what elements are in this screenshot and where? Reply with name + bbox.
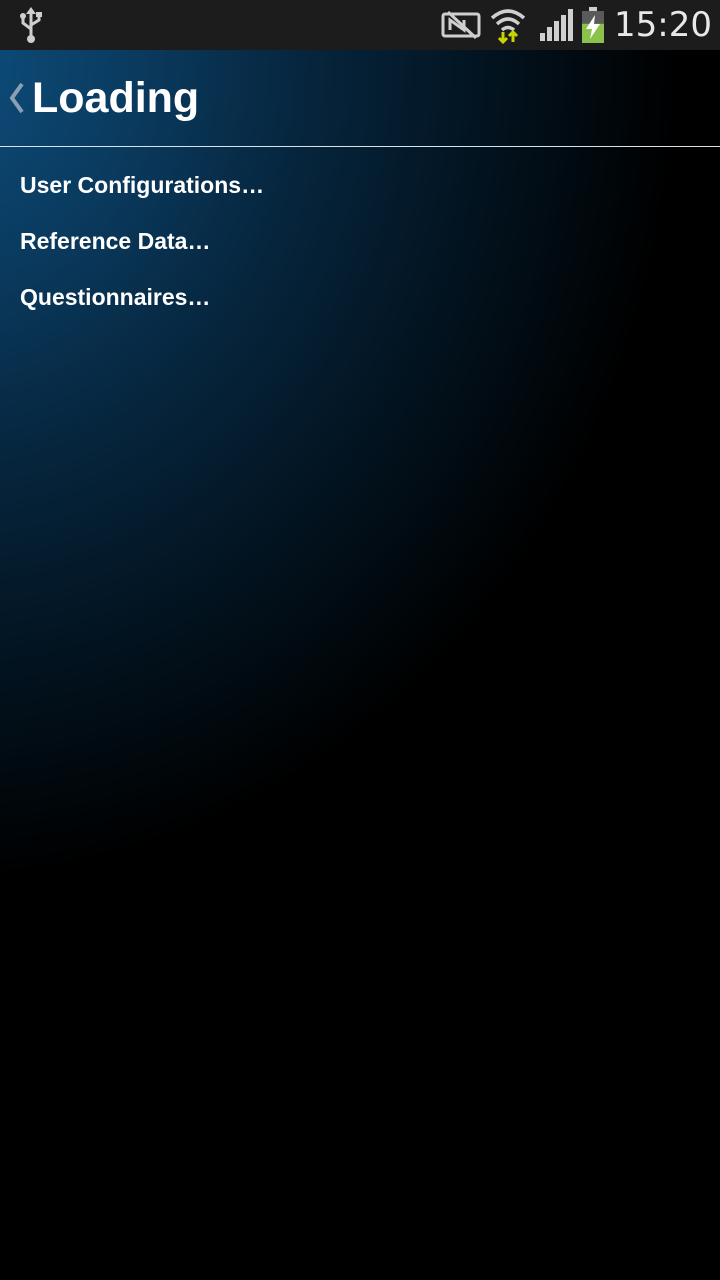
signal-icon [538, 0, 574, 50]
chevron-left-icon[interactable] [6, 80, 26, 116]
wifi-icon [488, 0, 528, 50]
page-title: Loading [32, 74, 200, 122]
loading-item-reference-data: Reference Data… [20, 228, 211, 254]
loading-item-user-configurations: User Configurations… [20, 172, 265, 198]
loading-list: User Configurations… Reference Data… Que… [20, 166, 264, 334]
action-bar-divider [0, 146, 720, 147]
action-bar[interactable]: Loading [0, 50, 720, 146]
loading-screen: 15:20 Loading User Configurations… Refer… [0, 0, 720, 1280]
battery-charging-icon [580, 0, 606, 50]
clock: 15:20 [614, 5, 712, 45]
usb-icon [14, 0, 48, 50]
nfc-off-icon [438, 0, 484, 50]
status-bar: 15:20 [0, 0, 720, 50]
loading-item-questionnaires: Questionnaires… [20, 284, 211, 310]
